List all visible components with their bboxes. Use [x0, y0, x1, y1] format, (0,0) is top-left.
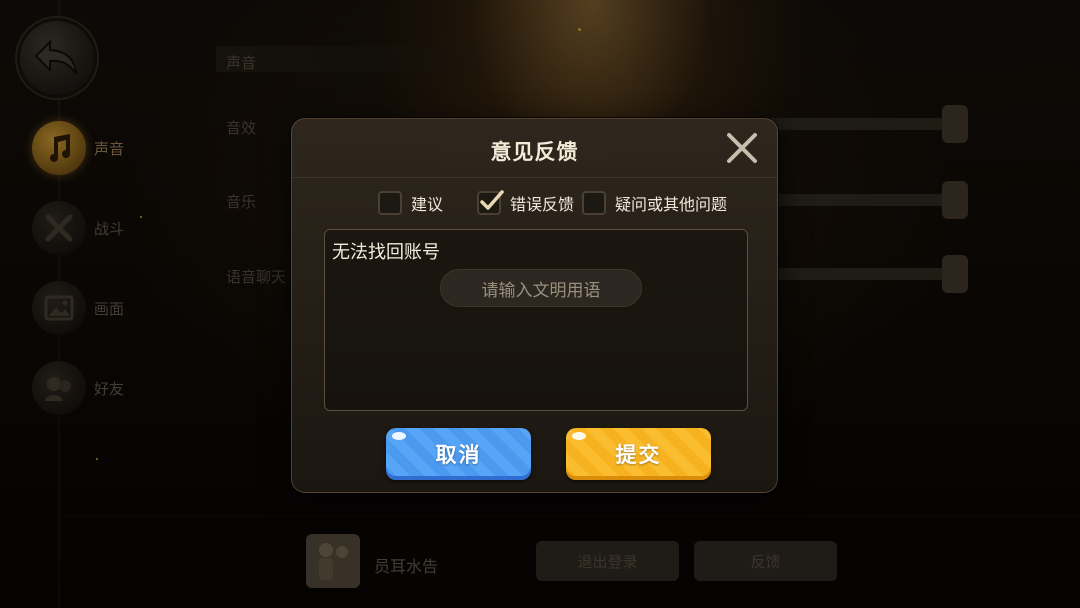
close-icon — [727, 133, 757, 163]
checkbox[interactable] — [582, 191, 607, 215]
option-suggestion[interactable]: 建议 — [378, 191, 443, 215]
feedback-type-options: 建议 错误反馈 疑问或其他问题 — [378, 189, 735, 217]
feedback-textarea[interactable]: 无法找回账号 请输入文明用语 — [324, 229, 748, 411]
close-button[interactable] — [725, 131, 759, 165]
submit-button[interactable]: 提交 — [566, 428, 711, 480]
option-question[interactable]: 疑问或其他问题 — [582, 191, 727, 215]
option-bug-report[interactable]: 错误反馈 — [477, 190, 575, 215]
cancel-label: 取消 — [435, 443, 482, 467]
feedback-dialog: 意见反馈 建议 错误反馈 疑问或其他问题 无法找回账号 请输入文明用语 取消 提… — [291, 118, 778, 493]
input-hint: 请输入文明用语 — [440, 269, 642, 307]
gloss-highlight — [572, 432, 586, 440]
checkmark-icon — [480, 190, 504, 210]
feedback-text: 无法找回账号 — [332, 242, 440, 263]
dialog-header: 意见反馈 — [292, 119, 777, 178]
option-label: 建议 — [411, 195, 444, 214]
dialog-title: 意见反馈 — [490, 140, 579, 164]
cancel-button[interactable]: 取消 — [386, 428, 531, 480]
checkbox-checked[interactable] — [477, 190, 504, 215]
gloss-highlight — [392, 432, 406, 440]
submit-label: 提交 — [615, 443, 662, 467]
option-label: 疑问或其他问题 — [615, 195, 728, 214]
checkbox[interactable] — [378, 191, 402, 215]
option-label: 错误反馈 — [510, 195, 575, 214]
